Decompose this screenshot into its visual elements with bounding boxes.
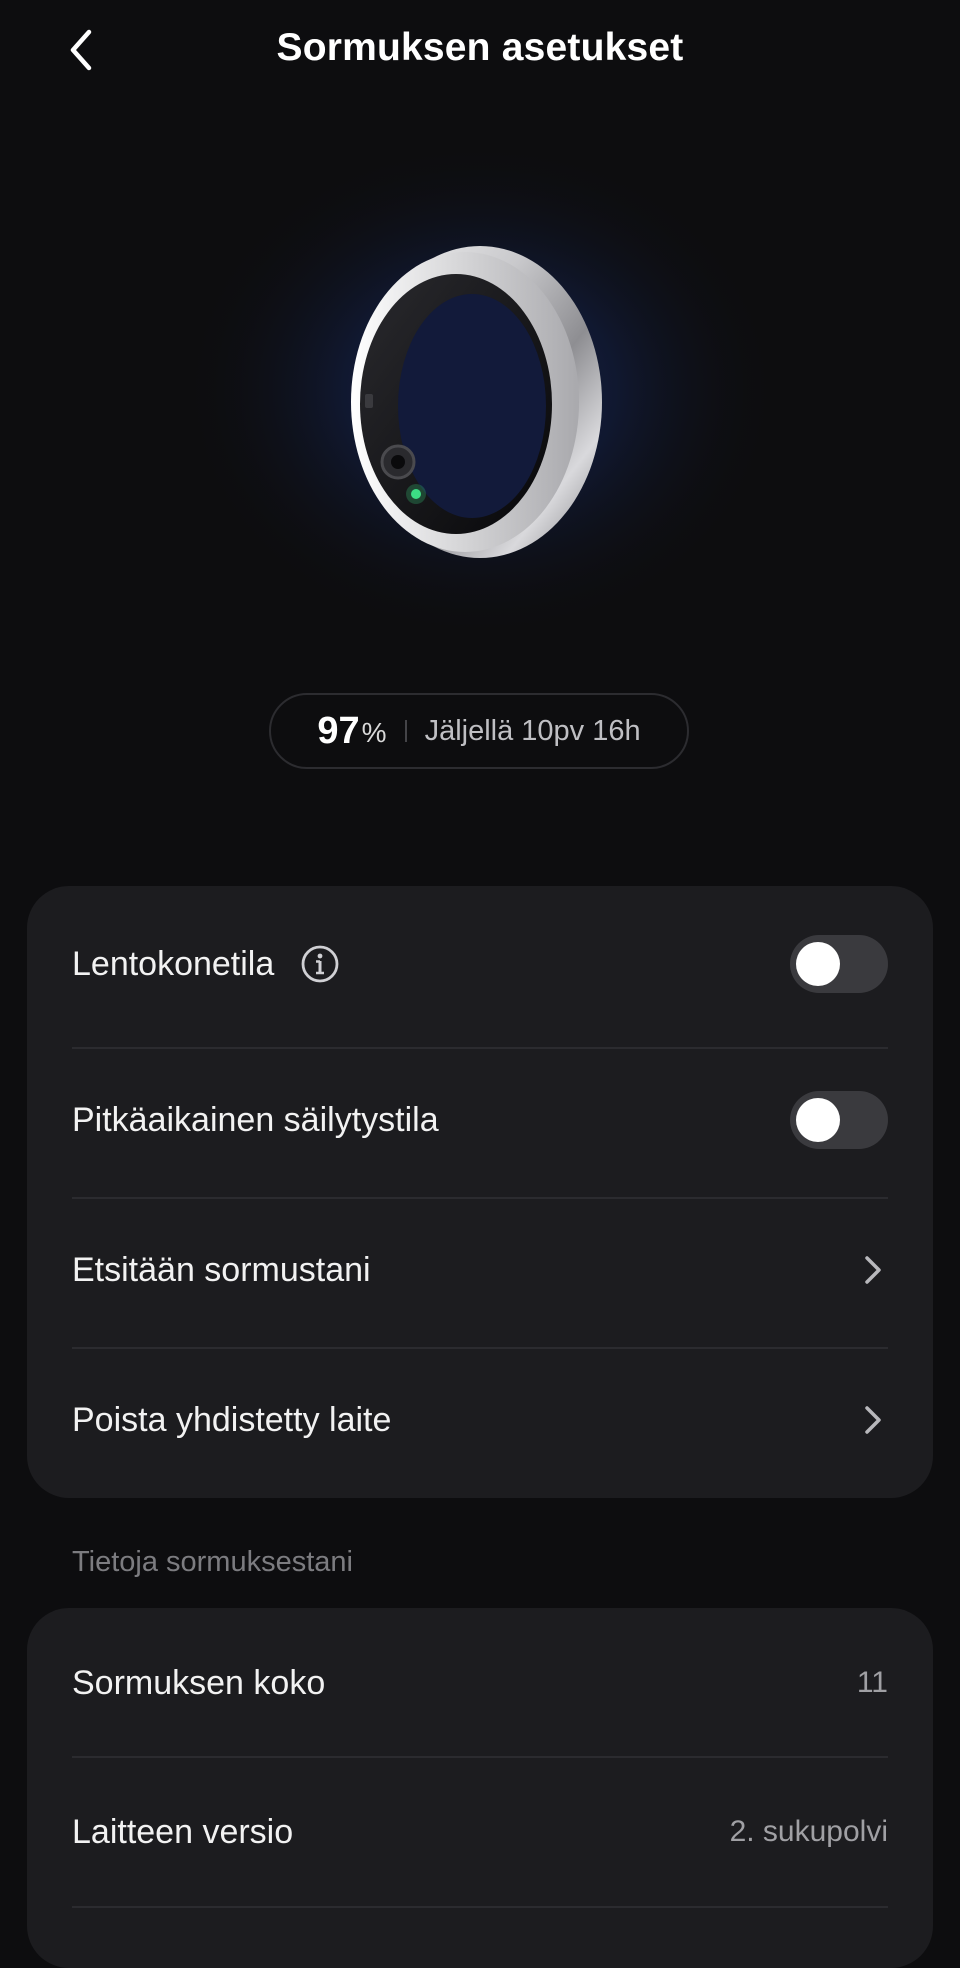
divider bbox=[72, 1347, 888, 1349]
settings-card: Lentokonetila Pitkäaikainen säilytystila bbox=[27, 886, 933, 1498]
header: Sormuksen asetukset bbox=[0, 0, 960, 104]
airplane-mode-row: Lentokonetila bbox=[72, 934, 888, 994]
airplane-mode-toggle[interactable] bbox=[790, 935, 888, 993]
storage-mode-toggle[interactable] bbox=[790, 1091, 888, 1149]
toggle-knob bbox=[796, 1098, 840, 1142]
device-version-row: Laitteen versio 2. sukupolvi bbox=[72, 1802, 888, 1862]
page-title: Sormuksen asetukset bbox=[276, 26, 684, 69]
toggle-knob bbox=[796, 942, 840, 986]
battery-status: 97 % Jäljellä 10pv 16h bbox=[269, 693, 689, 769]
battery-percent: 97 bbox=[317, 709, 360, 752]
battery-unit: % bbox=[361, 717, 387, 748]
storage-mode-row: Pitkäaikainen säilytystila bbox=[72, 1090, 888, 1150]
device-version-label: Laitteen versio bbox=[72, 1812, 294, 1851]
divider bbox=[72, 1047, 888, 1049]
airplane-mode-label: Lentokonetila bbox=[72, 944, 275, 983]
section-heading: Tietoja sormuksestani bbox=[72, 1546, 353, 1578]
ring-size-row: Sormuksen koko 11 bbox=[72, 1653, 888, 1713]
battery-remaining: Jäljellä 10pv 16h bbox=[424, 714, 641, 747]
storage-mode-label: Pitkäaikainen säilytystila bbox=[72, 1100, 439, 1139]
remove-device-row[interactable]: Poista yhdistetty laite bbox=[72, 1390, 888, 1450]
separator bbox=[404, 720, 407, 742]
find-ring-row[interactable]: Etsitään sormustani bbox=[72, 1240, 888, 1300]
chevron-right-icon bbox=[858, 1400, 888, 1440]
find-ring-label: Etsitään sormustani bbox=[72, 1250, 371, 1289]
divider bbox=[72, 1906, 888, 1908]
info-icon[interactable] bbox=[300, 944, 340, 984]
divider bbox=[72, 1756, 888, 1758]
ring-image bbox=[180, 150, 780, 670]
chevron-right-icon bbox=[858, 1250, 888, 1290]
ring-size-label: Sormuksen koko bbox=[72, 1663, 326, 1702]
ring-size-value: 11 bbox=[856, 1666, 888, 1699]
device-version-value: 2. sukupolvi bbox=[729, 1815, 888, 1848]
remove-device-label: Poista yhdistetty laite bbox=[72, 1400, 392, 1439]
ring-info-card: Sormuksen koko 11 Laitteen versio 2. suk… bbox=[27, 1608, 933, 1968]
divider bbox=[72, 1197, 888, 1199]
